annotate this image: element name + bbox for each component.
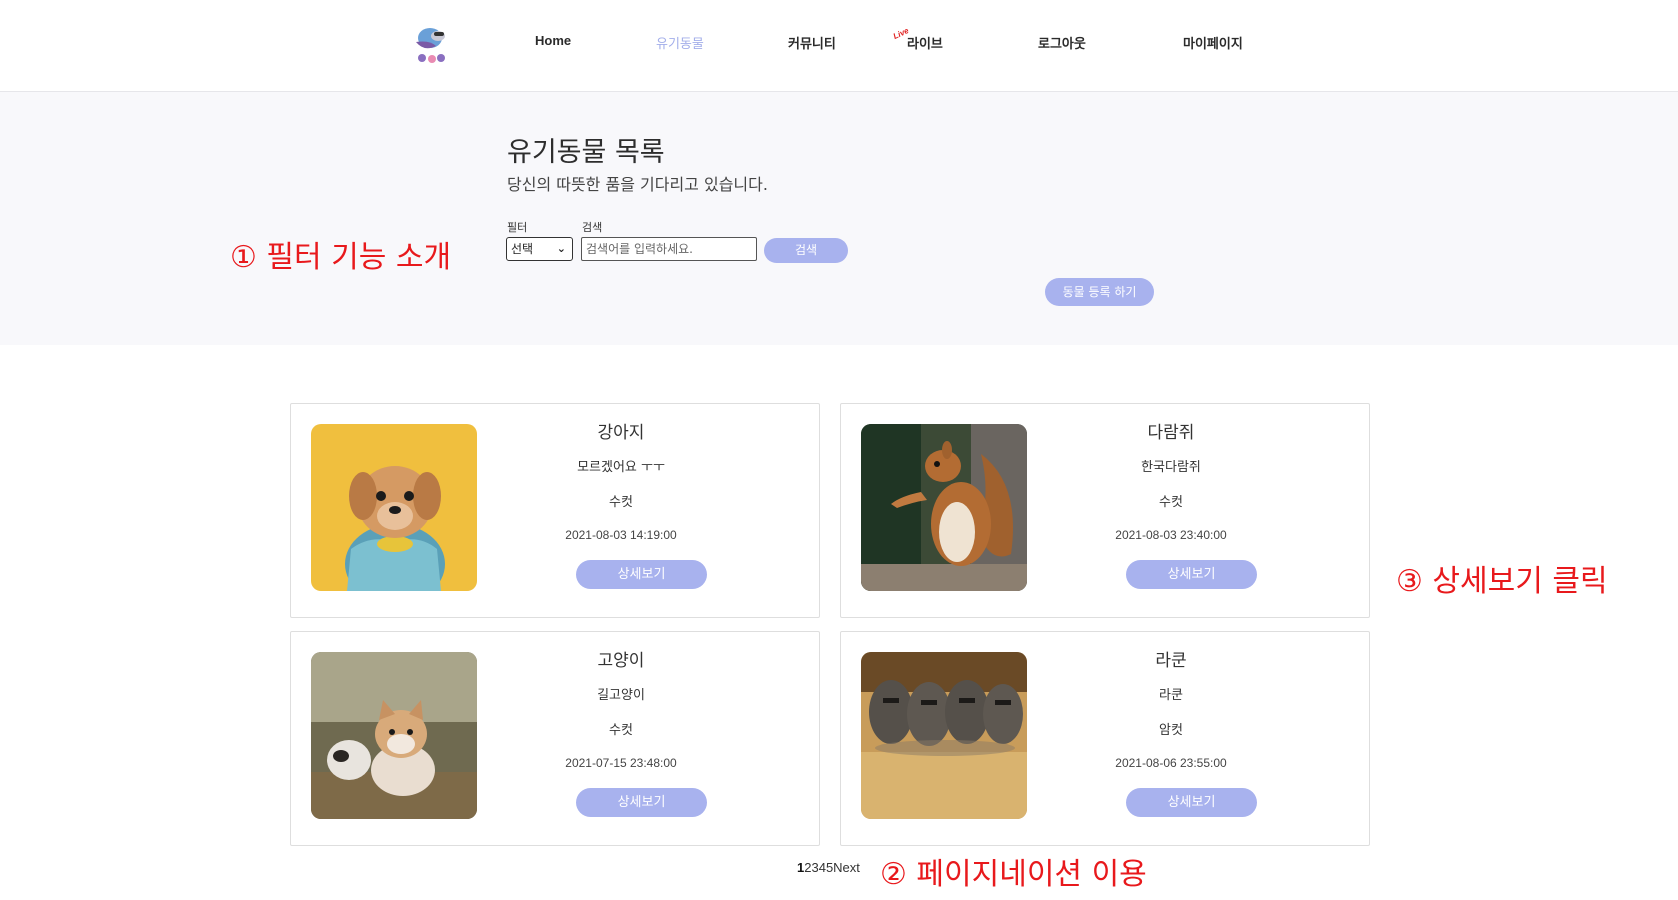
animal-breed: 한국다람쥐 [1141,460,1201,475]
animal-breed: 길고양이 [597,688,645,703]
detail-button[interactable]: 상세보기 [576,788,707,817]
chevron-down-icon: ⌄ [556,242,566,255]
detail-button[interactable]: 상세보기 [1126,788,1257,817]
site-logo[interactable] [410,22,456,66]
annotation-filter: ① 필터 기능 소개 [230,240,452,275]
animal-gender: 수컷 [1159,495,1183,510]
next-page-link[interactable]: Next [833,860,860,875]
page-link-3[interactable]: 3 [811,860,818,875]
animal-gender: 수컷 [609,495,633,510]
register-animal-button[interactable]: 동물 등록 하기 [1045,278,1154,306]
nav-abandoned-animals[interactable]: 유기동물 [656,33,704,52]
animal-card: 다람쥐 한국다람쥐 수컷 2021-08-03 23:40:00 상세보기 [840,403,1370,618]
page-subtitle: 당신의 따뜻한 품을 기다리고 있습니다. [507,175,768,194]
nav-mypage[interactable]: 마이페이지 [1183,33,1243,52]
animal-date: 2021-08-06 23:55:00 [1115,756,1227,770]
filter-select-value: 선택 [511,242,534,256]
animal-date: 2021-07-15 23:48:00 [565,756,677,770]
detail-button[interactable]: 상세보기 [1126,560,1257,589]
animal-name: 다람쥐 [1147,423,1195,443]
filter-label: 필터 [507,221,528,234]
kitten-photo [311,652,477,819]
animal-gender: 수컷 [609,723,633,738]
animal-name: 고양이 [597,651,645,671]
squirrel-photo [861,424,1027,591]
top-navbar: Home 유기동물 커뮤니티 Live 라이브 로그아웃 마이페이지 [0,0,1678,92]
nav-community[interactable]: 커뮤니티 [788,33,836,52]
animal-breed: 모르겠어요 ㅜㅜ [577,460,665,475]
raccoon-photo [861,652,1027,819]
hero-section: 유기동물 목록 당신의 따뜻한 품을 기다리고 있습니다. 필터 검색 선택 ⌄… [0,92,1678,345]
animal-name: 강아지 [597,423,645,443]
nav-live[interactable]: 라이브 [907,33,943,52]
animal-date: 2021-08-03 23:40:00 [1115,528,1227,542]
animal-card: 강아지 모르겠어요 ㅜㅜ 수컷 2021-08-03 14:19:00 상세보기 [290,403,820,618]
page-link-4[interactable]: 4 [819,860,826,875]
nav-home[interactable]: Home [535,33,571,48]
search-input[interactable] [581,237,757,261]
search-button[interactable]: 검색 [764,238,848,263]
animal-name: 라쿤 [1155,651,1187,671]
animal-breed: 라쿤 [1159,688,1183,703]
annotation-pagination: ② 페이지네이션 이용 [880,857,1147,892]
nav-logout[interactable]: 로그아웃 [1038,33,1086,52]
detail-button[interactable]: 상세보기 [576,560,707,589]
annotation-detail: ③ 상세보기 클릭 [1396,564,1608,599]
filter-select[interactable]: 선택 ⌄ [506,237,573,261]
search-label: 검색 [582,221,603,234]
animal-gender: 암컷 [1159,723,1183,738]
animal-date: 2021-08-03 14:19:00 [565,528,677,542]
page-title: 유기동물 목록 [507,137,665,168]
puppy-photo [311,424,477,591]
animal-card: 라쿤 라쿤 암컷 2021-08-06 23:55:00 상세보기 [840,631,1370,846]
animal-card: 고양이 길고양이 수컷 2021-07-15 23:48:00 상세보기 [290,631,820,846]
pagination: 12345Next [797,860,860,875]
